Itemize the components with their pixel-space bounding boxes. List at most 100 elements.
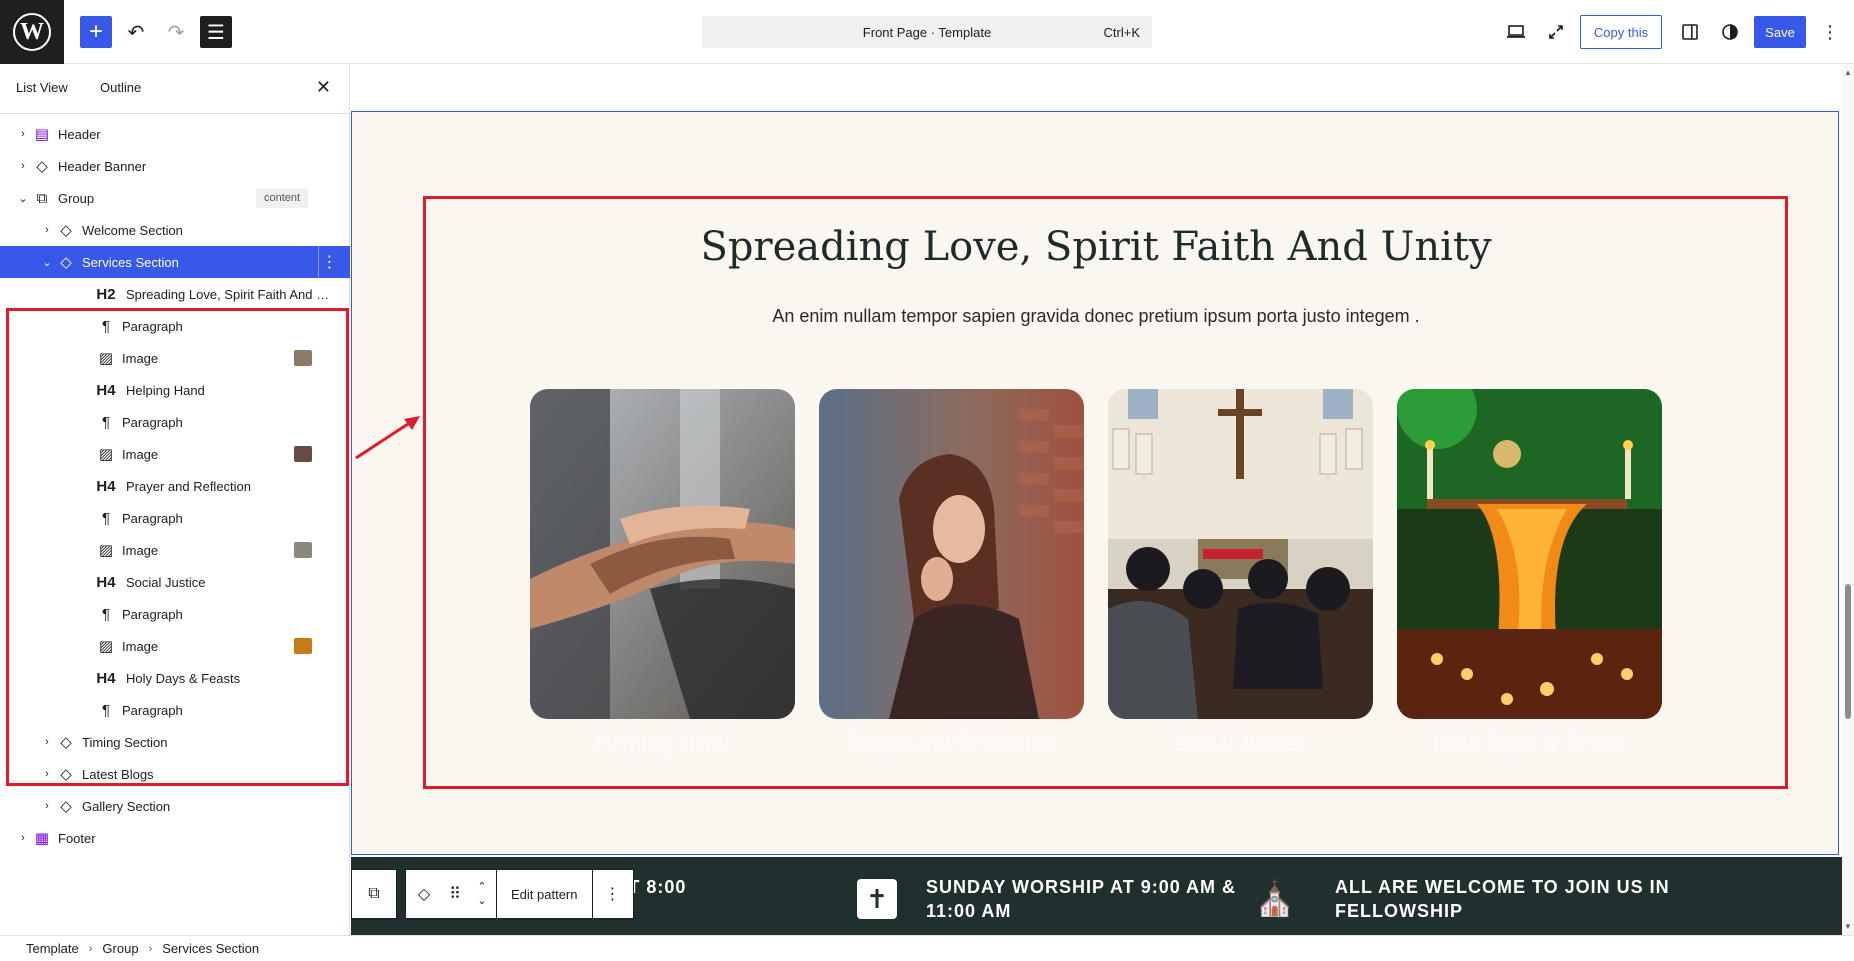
list-item[interactable]: H4 Prayer and Reflection	[0, 470, 350, 502]
select-parent-button[interactable]: ⧉	[351, 869, 397, 919]
device-preview-button[interactable]	[1500, 16, 1532, 48]
candle-altar-photo	[1397, 389, 1662, 719]
list-item[interactable]: ¶ Paragraph	[0, 598, 350, 630]
close-icon[interactable]: ✕	[316, 77, 331, 98]
settings-button[interactable]	[1674, 16, 1706, 48]
list-item[interactable]: ⌄ ⧉ Group content	[0, 182, 350, 214]
more-vertical-icon[interactable]: ⋮	[318, 246, 340, 278]
zoom-out-button[interactable]	[1540, 16, 1572, 48]
image-icon: ▨	[98, 542, 114, 559]
chevron-right-icon[interactable]: ›	[16, 832, 30, 844]
block-options-button[interactable]: ⋮	[593, 870, 633, 918]
add-block-button[interactable]: +	[80, 16, 112, 48]
undo-button[interactable]: ↶	[120, 16, 152, 48]
list-item[interactable]: › ▤ Header	[0, 118, 350, 150]
card-title[interactable]: Helping Hand	[530, 730, 795, 757]
list-item[interactable]: › ◇ Header Banner	[0, 150, 350, 182]
paragraph-icon: ¶	[101, 701, 111, 719]
image-icon: ▨	[98, 638, 114, 655]
document-title: Front Page · Template	[862, 24, 992, 40]
card-image-social-justice[interactable]	[1108, 389, 1373, 719]
list-item[interactable]: ▨ Image	[0, 630, 350, 662]
chevron-right-icon[interactable]: ›	[40, 224, 54, 236]
list-item[interactable]: › ◇ Gallery Section	[0, 790, 350, 822]
card-title[interactable]: Social Justice	[1108, 730, 1373, 757]
image-icon: ▨	[98, 350, 114, 367]
move-up-down-buttons[interactable]: ⌃ ⌄	[468, 870, 496, 918]
card-time[interactable]: 9:00 AM & 11:00 AM	[819, 776, 1084, 792]
card-title[interactable]: Holy Days & Feasts	[1397, 730, 1662, 757]
chevron-right-icon[interactable]: ›	[40, 768, 54, 780]
list-item[interactable]: H4 Holy Days & Feasts	[0, 662, 350, 694]
card-image-holy-days[interactable]	[1397, 389, 1662, 719]
command-shortcut: Ctrl+K	[1103, 25, 1140, 40]
list-item[interactable]: ¶ Paragraph	[0, 502, 350, 534]
list-item[interactable]: ▨ Image	[0, 438, 350, 470]
list-item[interactable]: › ◇ Welcome Section	[0, 214, 350, 246]
edit-pattern-button[interactable]: Edit pattern	[496, 870, 593, 918]
section-paragraph[interactable]: An enim nullam tempor sapien gravida don…	[352, 306, 1840, 327]
more-vertical-icon: ⋮	[604, 886, 621, 903]
breadcrumb-item[interactable]: Template	[26, 941, 79, 956]
list-item-label: Welcome Section	[82, 222, 183, 238]
list-item[interactable]: ▨ Image	[0, 534, 350, 566]
tab-outline[interactable]: Outline	[100, 80, 141, 95]
editor-canvas[interactable]: Spreading Love, Spirit Faith And Unity A…	[351, 64, 1842, 935]
heading-icon: H4	[96, 573, 116, 591]
card-image-helping-hand[interactable]	[530, 389, 795, 719]
chevron-down-icon[interactable]: ⌄	[477, 894, 486, 908]
chevron-up-icon[interactable]: ⌃	[477, 880, 486, 894]
breadcrumb-item[interactable]: Services Section	[162, 941, 259, 956]
list-item[interactable]: ¶ Paragraph	[0, 694, 350, 726]
pattern-icon[interactable]: ◇	[406, 870, 442, 918]
scroll-down-icon[interactable]: ▼	[1844, 922, 1852, 931]
wordpress-logo-button[interactable]: W	[0, 0, 64, 64]
styles-button[interactable]	[1714, 16, 1746, 48]
list-item[interactable]: ▨ Image	[0, 342, 350, 374]
parent-block-icon: ⧉	[368, 885, 380, 902]
list-item[interactable]: › ◇ Timing Section	[0, 726, 350, 758]
info-text: 11:00 AM	[926, 901, 1012, 921]
canvas-scrollbar[interactable]: ▲ ▼	[1842, 64, 1854, 935]
chevron-down-icon[interactable]: ⌄	[40, 256, 54, 269]
options-menu-button[interactable]: ⋮	[1814, 16, 1846, 48]
chevron-right-icon[interactable]: ›	[16, 128, 30, 140]
copy-this-button[interactable]: Copy this	[1580, 15, 1662, 49]
block-tree: › ▤ Header › ◇ Header Banner ⌄ ⧉ Group content › ◇ W…	[0, 118, 350, 854]
card-image-prayer[interactable]	[819, 389, 1084, 719]
list-item[interactable]: ¶ Paragraph	[0, 310, 350, 342]
drag-handle-icon[interactable]: ⠿	[442, 870, 468, 918]
chevron-right-icon[interactable]: ›	[16, 160, 30, 172]
command-palette-bar[interactable]: Front Page · Template Ctrl+K	[702, 16, 1152, 48]
chevron-right-icon[interactable]: ›	[40, 736, 54, 748]
redo-button[interactable]: ↷	[160, 16, 192, 48]
list-item[interactable]: › ▦ Footer	[0, 822, 350, 854]
section-heading[interactable]: Spreading Love, Spirit Faith And Unity	[352, 224, 1840, 270]
save-button[interactable]: Save	[1754, 16, 1806, 48]
list-item-label: Paragraph	[122, 414, 183, 430]
card-title[interactable]: Prayer and Reflection	[819, 730, 1084, 757]
list-item[interactable]: H4 Helping Hand	[0, 374, 350, 406]
chevron-right-icon[interactable]: ›	[40, 800, 54, 812]
list-item[interactable]: ⌄ ◇ Services Section ⋮	[0, 246, 350, 278]
services-section[interactable]: Spreading Love, Spirit Faith And Unity A…	[351, 111, 1839, 855]
list-item-label: Spreading Love, Spirit Faith And U...	[126, 286, 334, 302]
list-item[interactable]: › ◇ Latest Blogs	[0, 758, 350, 790]
paragraph-icon: ¶	[101, 413, 111, 431]
document-overview-button[interactable]: ☰	[200, 16, 232, 48]
card-time[interactable]: 9:00 AM & 11:00 AM	[1108, 776, 1373, 792]
card-time[interactable]: 9:00 AM & 11:00 AM	[530, 776, 795, 792]
paragraph-icon: ¶	[101, 317, 111, 335]
pattern-icon: ◇	[60, 222, 72, 239]
scroll-thumb[interactable]	[1845, 584, 1851, 719]
pattern-icon: ◇	[36, 158, 48, 175]
list-item[interactable]: ¶ Paragraph	[0, 406, 350, 438]
praying-woman-photo	[819, 389, 1084, 719]
scroll-up-icon[interactable]: ▲	[1844, 68, 1852, 77]
tab-list-view[interactable]: List View	[16, 80, 68, 95]
list-item[interactable]: H4 Social Justice	[0, 566, 350, 598]
breadcrumb-item[interactable]: Group	[102, 941, 138, 956]
card-time[interactable]: 9:00 AM & 11:00 AM	[1397, 776, 1662, 792]
chevron-down-icon[interactable]: ⌄	[16, 192, 30, 205]
list-item[interactable]: H2 Spreading Love, Spirit Faith And U...	[0, 278, 350, 310]
